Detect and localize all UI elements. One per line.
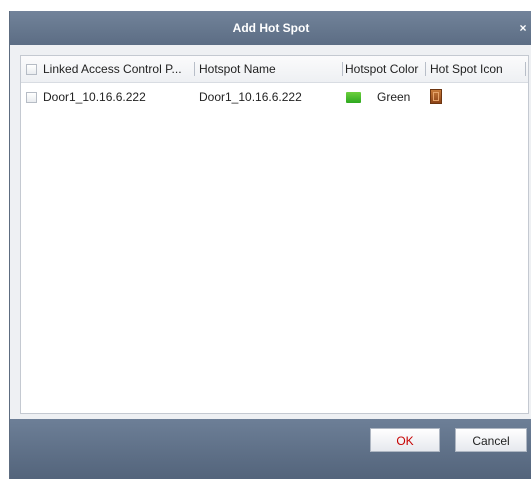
hotspot-table: Linked Access Control P... Hotspot Name … (20, 55, 529, 414)
dialog-footer (10, 419, 531, 479)
column-hot-spot-icon[interactable]: Hot Spot Icon (430, 56, 520, 82)
table-header: Linked Access Control P... Hotspot Name … (21, 56, 528, 83)
row-checkbox[interactable] (26, 92, 37, 103)
select-all-checkbox[interactable] (26, 64, 37, 75)
column-linked-access-control-point[interactable]: Linked Access Control P... (43, 56, 191, 82)
column-separator[interactable] (425, 62, 426, 76)
table-row[interactable]: Door1_10.16.6.222 Door1_10.16.6.222 Gree… (21, 83, 528, 111)
green-color-swatch[interactable] (346, 92, 361, 103)
linked-access-control-point-cell: Door1_10.16.6.222 (43, 90, 146, 104)
hotspot-color-cell[interactable]: Green (377, 83, 410, 111)
ok-button[interactable]: OK (370, 428, 440, 452)
close-icon[interactable]: × (516, 11, 530, 45)
column-hotspot-color[interactable]: Hotspot Color (345, 56, 425, 82)
column-hotspot-name[interactable]: Hotspot Name (199, 56, 344, 82)
cancel-button[interactable]: Cancel (455, 428, 527, 452)
column-separator[interactable] (525, 62, 526, 76)
column-separator[interactable] (194, 62, 195, 76)
column-separator[interactable] (342, 62, 343, 76)
title-bar: Add Hot Spot × (10, 11, 531, 45)
door-icon[interactable] (430, 89, 442, 104)
hotspot-name-cell[interactable]: Door1_10.16.6.222 (199, 83, 302, 111)
add-hot-spot-dialog: Add Hot Spot × Linked Access Control P..… (9, 11, 531, 479)
dialog-title: Add Hot Spot (232, 21, 310, 35)
